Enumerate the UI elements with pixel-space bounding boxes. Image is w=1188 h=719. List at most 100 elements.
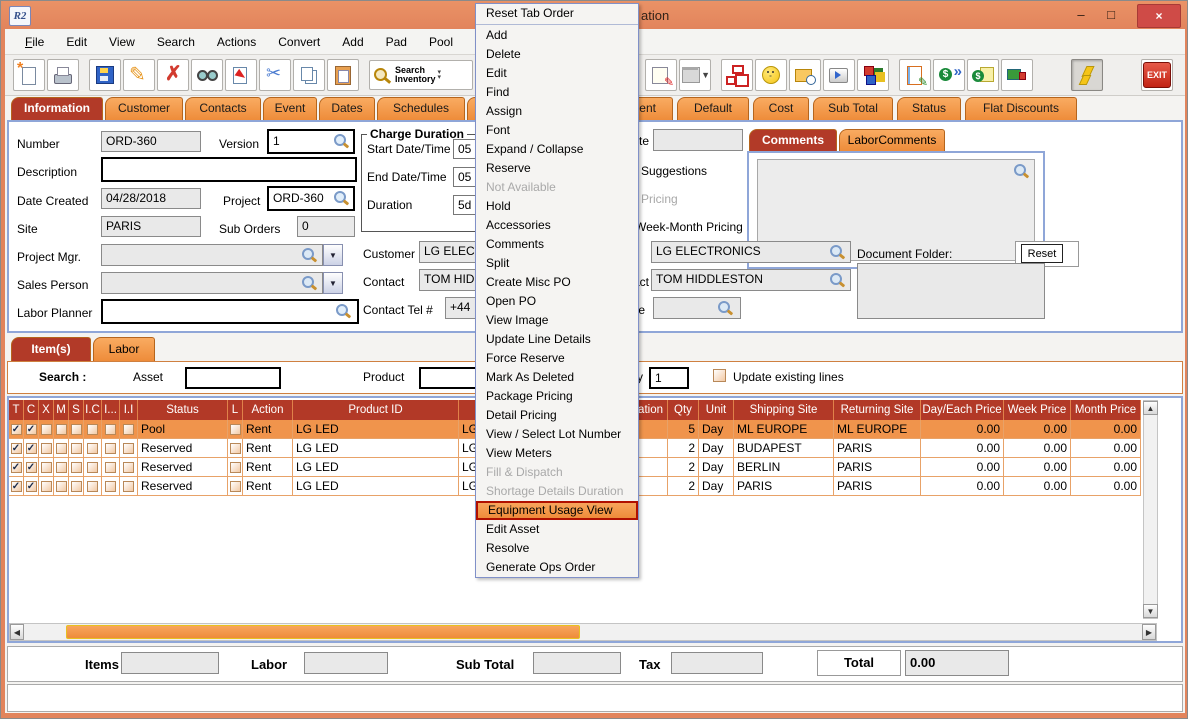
- checkbox-unchecked[interactable]: [56, 443, 67, 454]
- checkbox-unchecked[interactable]: [56, 481, 67, 492]
- scroll-left-button[interactable]: ◀: [10, 624, 24, 640]
- column-header-day-each-price[interactable]: Day/Each Price: [921, 400, 1004, 420]
- menubar-search[interactable]: Search: [147, 35, 205, 49]
- new-button[interactable]: [13, 59, 45, 91]
- document-folder-box[interactable]: [857, 263, 1045, 319]
- context-menu-item-equipment-usage-view[interactable]: Equipment Usage View: [476, 501, 638, 520]
- cubes-button[interactable]: [857, 59, 889, 91]
- column-header-i-[interactable]: I...: [102, 400, 120, 420]
- tab-status[interactable]: Status: [897, 97, 961, 120]
- menubar-pool[interactable]: Pool: [419, 35, 463, 49]
- scroll-up-button[interactable]: ▲: [1143, 401, 1158, 415]
- folder-clock-button[interactable]: [789, 59, 821, 91]
- horizontal-scrollbar-thumb[interactable]: [66, 625, 580, 639]
- scroll-right-button[interactable]: ▶: [1142, 624, 1156, 640]
- column-header-product-id[interactable]: Product ID: [293, 400, 459, 420]
- calendar-dropdown-icon[interactable]: ▼: [701, 73, 710, 78]
- checkbox-unchecked[interactable]: [230, 462, 241, 473]
- context-menu-item-accessories[interactable]: Accessories: [476, 216, 638, 235]
- column-header-qty[interactable]: Qty: [668, 400, 699, 420]
- project-lookup-icon[interactable]: [333, 190, 349, 206]
- context-menu-item-delete[interactable]: Delete: [476, 45, 638, 64]
- sales-person-dropdown[interactable]: ▼: [323, 272, 343, 294]
- tab-schedules[interactable]: Schedules: [377, 97, 465, 120]
- checkbox-unchecked[interactable]: [87, 462, 98, 473]
- cut-button[interactable]: [259, 59, 291, 91]
- checkbox-unchecked[interactable]: [41, 424, 52, 435]
- maximize-button[interactable]: □: [1099, 6, 1123, 24]
- dollar-arrows-button[interactable]: [933, 59, 965, 91]
- doc-pencil-button[interactable]: [899, 59, 931, 91]
- contact-lookup-icon[interactable]: [829, 272, 845, 288]
- checkbox-unchecked[interactable]: [105, 481, 116, 492]
- keyboard-button[interactable]: [823, 59, 855, 91]
- site-field[interactable]: PARIS: [101, 216, 201, 237]
- qty-input[interactable]: 1: [649, 367, 689, 389]
- tab-items[interactable]: Item(s): [11, 337, 91, 361]
- context-menu-item-expand-collapse[interactable]: Expand / Collapse: [476, 140, 638, 159]
- context-menu-item-mark-as-deleted[interactable]: Mark As Deleted: [476, 368, 638, 387]
- edit-button[interactable]: [123, 59, 155, 91]
- column-header-i-i[interactable]: I.I: [120, 400, 138, 420]
- context-menu-item-reserve[interactable]: Reserve: [476, 159, 638, 178]
- checkbox-unchecked[interactable]: [123, 462, 134, 473]
- notes-button[interactable]: [645, 59, 677, 91]
- number-field[interactable]: ORD-360: [101, 131, 201, 152]
- site-lookup-icon[interactable]: [717, 300, 733, 316]
- checkbox-unchecked[interactable]: [123, 481, 134, 492]
- checkbox-checked[interactable]: ✓: [11, 462, 22, 473]
- context-menu-item-hold[interactable]: Hold: [476, 197, 638, 216]
- checkbox-unchecked[interactable]: [41, 481, 52, 492]
- customer-name-field[interactable]: LG ELECTRONICS: [651, 241, 851, 263]
- context-menu-item-package-pricing[interactable]: Package Pricing: [476, 387, 638, 406]
- sales-person-field[interactable]: [101, 272, 323, 294]
- checkbox-checked[interactable]: ✓: [26, 443, 37, 454]
- checkbox-unchecked[interactable]: [87, 424, 98, 435]
- find-button[interactable]: [191, 59, 223, 91]
- description-field[interactable]: [101, 157, 357, 182]
- tab-labor-comments[interactable]: LaborComments: [839, 129, 945, 151]
- copy-lines-button[interactable]: [225, 59, 257, 91]
- column-header-x[interactable]: X: [39, 400, 54, 420]
- checkbox-checked[interactable]: ✓: [26, 462, 37, 473]
- tab-comments[interactable]: Comments: [749, 129, 837, 151]
- smiley-button[interactable]: [755, 59, 787, 91]
- menubar-view[interactable]: View: [99, 35, 145, 49]
- menubar-add[interactable]: Add: [332, 35, 373, 49]
- checkbox-unchecked[interactable]: [87, 481, 98, 492]
- tab-sub-total[interactable]: Sub Total: [813, 97, 893, 120]
- checkbox-unchecked[interactable]: [41, 462, 52, 473]
- column-header-c[interactable]: C: [24, 400, 39, 420]
- vertical-scrollbar[interactable]: [1143, 400, 1158, 619]
- checkbox-unchecked[interactable]: [71, 481, 82, 492]
- context-menu-item-create-misc-po[interactable]: Create Misc PO: [476, 273, 638, 292]
- context-menu-item-edit[interactable]: Edit: [476, 64, 638, 83]
- menubar-actions[interactable]: Actions: [207, 35, 266, 49]
- tab-labor[interactable]: Labor: [93, 337, 155, 361]
- context-menu-item-detail-pricing[interactable]: Detail Pricing: [476, 406, 638, 425]
- menubar-edit[interactable]: Edit: [56, 35, 97, 49]
- project-mgr-dropdown[interactable]: ▼: [323, 244, 343, 266]
- comments-lookup-icon[interactable]: [1013, 163, 1029, 179]
- truck-button[interactable]: [1001, 59, 1033, 91]
- context-menu-item-edit-asset[interactable]: Edit Asset: [476, 520, 638, 539]
- checkbox-checked[interactable]: ✓: [26, 481, 37, 492]
- checkbox-unchecked[interactable]: [230, 424, 241, 435]
- context-menu-item-open-po[interactable]: Open PO: [476, 292, 638, 311]
- contact-name-field[interactable]: TOM HIDDLESTON: [651, 269, 851, 291]
- update-existing-lines-checkbox[interactable]: [713, 369, 726, 382]
- context-menu-item-reset-tab-order[interactable]: Reset Tab Order: [476, 4, 638, 23]
- tab-customer[interactable]: Customer: [105, 97, 183, 120]
- column-header-unit[interactable]: Unit: [699, 400, 734, 420]
- org-chart-button[interactable]: [721, 59, 753, 91]
- checkbox-unchecked[interactable]: [123, 443, 134, 454]
- sales-person-lookup-icon[interactable]: [301, 275, 317, 291]
- checkbox-checked[interactable]: ✓: [11, 443, 22, 454]
- column-header-l[interactable]: L: [228, 400, 243, 420]
- menubar-convert[interactable]: Convert: [268, 35, 330, 49]
- context-menu-item-comments[interactable]: Comments: [476, 235, 638, 254]
- save-button[interactable]: [89, 59, 121, 91]
- horizontal-scrollbar[interactable]: [9, 623, 1157, 641]
- delete-button[interactable]: [157, 59, 189, 91]
- checkbox-unchecked[interactable]: [105, 443, 116, 454]
